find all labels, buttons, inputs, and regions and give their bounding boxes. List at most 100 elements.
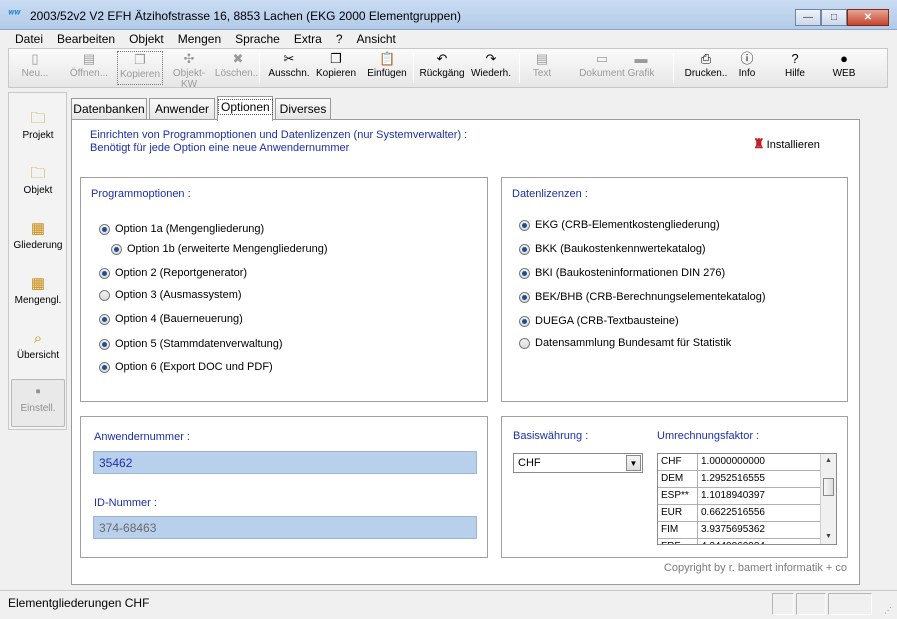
data-license-4[interactable]: BEK/BHB (CRB-Berechnungselementekatalog): [519, 291, 766, 303]
base-currency-select[interactable]: CHF ▼: [513, 453, 643, 473]
resize-grip-icon[interactable]: ⋰: [884, 606, 894, 616]
info-button[interactable]: ⓘ Info: [733, 51, 761, 85]
nav-einstell[interactable]: ▪ Einstell.: [11, 379, 65, 427]
data-license-3[interactable]: BKI (Baukosteninformationen DIN 276): [519, 267, 725, 279]
currency-code-cell: DEM: [658, 471, 698, 488]
menu-datei[interactable]: Datei: [8, 30, 50, 48]
nav-projekt[interactable]: 🗀 Projekt: [11, 107, 65, 155]
radio-button[interactable]: [99, 223, 110, 235]
program-option-6[interactable]: Option 5 (Stammdatenverwaltung): [99, 338, 283, 350]
toolbar-separator: [673, 53, 674, 83]
text-button[interactable]: ▤ Text: [527, 51, 557, 85]
rate-table-scrollbar[interactable]: ▲ ▼: [820, 454, 836, 544]
delete-button[interactable]: ✖ Löschen...: [213, 51, 263, 85]
data-license-1[interactable]: EKG (CRB-Elementkostengliederung): [519, 219, 720, 231]
document-button[interactable]: ▭ Dokument: [579, 51, 625, 85]
radio-button[interactable]: [99, 289, 110, 301]
program-option-7[interactable]: Option 6 (Export DOC und PDF): [99, 361, 273, 373]
radio-button[interactable]: [111, 243, 122, 255]
window-title: 2003/52v2 V2 EFH Ätzihofstrasse 16, 8853…: [30, 9, 461, 23]
help-button[interactable]: ? Hilfe: [782, 51, 808, 85]
left-navigation: 🗀 Projekt 🗀 Objekt ▦ Gliederung ▦ Mengengl. ⌕ Übe…: [8, 92, 67, 430]
menu-help[interactable]: ?: [329, 30, 350, 48]
install-button[interactable]: ♜ Installieren: [753, 136, 820, 152]
rate-row[interactable]: ESP** 1.1018940397: [658, 488, 822, 505]
nav-mengengl[interactable]: ▦ Mengengl.: [11, 272, 65, 320]
menu-mengen[interactable]: Mengen: [171, 30, 228, 48]
status-cell: [796, 593, 826, 615]
graphic-button[interactable]: ▬ Grafik: [624, 51, 658, 85]
undo-icon: ↶: [436, 51, 448, 66]
rate-value-cell[interactable]: 1.1018940397: [698, 488, 822, 505]
data-license-5[interactable]: DUEGA (CRB-Textbausteine): [519, 315, 679, 327]
copy-object-button[interactable]: ❐ Kopieren: [117, 51, 163, 85]
rate-row[interactable]: CHF 1.0000000000: [658, 454, 822, 471]
conversion-rate-table: FRF4.3440860924FIM3.9375695362EUR0.66225…: [657, 453, 837, 545]
data-license-2[interactable]: BKK (Baukostenkennwertekatalog): [519, 243, 706, 255]
program-option-4[interactable]: Option 3 (Ausmassystem): [99, 289, 242, 301]
radio-button[interactable]: [99, 361, 110, 373]
open-button[interactable]: ▤ Öffnen...: [63, 51, 115, 85]
menu-ansicht[interactable]: Ansicht: [350, 30, 403, 48]
tab-datenbanken[interactable]: Datenbanken: [71, 98, 147, 120]
toolbar-label: Ausschn.: [268, 68, 310, 79]
menu-extra[interactable]: Extra: [287, 30, 329, 48]
copy-button[interactable]: ❐ Kopieren: [314, 51, 358, 85]
nav-uebersicht[interactable]: ⌕ Übersicht: [11, 327, 65, 375]
radio-label: Datensammlung Bundesamt für Statistik: [535, 337, 732, 349]
menu-objekt[interactable]: Objekt: [122, 30, 171, 48]
tab-optionen[interactable]: Optionen: [217, 96, 273, 121]
intro-text: Einrichten von Programmoptionen und Date…: [90, 129, 467, 155]
rate-row[interactable]: FRF4.3440860924: [658, 539, 822, 544]
rate-value-cell[interactable]: 0.6622516556: [698, 505, 822, 522]
scroll-up-icon[interactable]: ▲: [821, 454, 836, 468]
rate-row[interactable]: EUR 0.6622516556: [658, 505, 822, 522]
maximize-button[interactable]: □: [821, 9, 847, 26]
data-license-6[interactable]: Datensammlung Bundesamt für Statistik: [519, 337, 731, 349]
radio-button[interactable]: [519, 267, 530, 279]
undo-button[interactable]: ↶ Rückgäng: [419, 51, 465, 85]
radio-label: DUEGA (CRB-Textbausteine): [535, 315, 679, 327]
rate-value-cell[interactable]: 1.2952516555: [698, 471, 822, 488]
nav-gliederung[interactable]: ▦ Gliederung: [11, 217, 65, 265]
redo-button[interactable]: ↷ Wiederh.: [467, 51, 515, 85]
radio-button[interactable]: [519, 243, 530, 255]
radio-button[interactable]: [519, 315, 530, 327]
rate-value-cell[interactable]: 3.9375695362: [698, 522, 822, 539]
radio-button[interactable]: [519, 337, 530, 349]
tab-anwender[interactable]: Anwender: [149, 98, 215, 120]
rate-row[interactable]: DEM 1.2952516555: [658, 471, 822, 488]
program-option-2[interactable]: Option 1b (erweiterte Mengengliederung): [111, 243, 328, 255]
close-button[interactable]: ✕: [847, 9, 889, 26]
user-number-field[interactable]: 35462: [93, 451, 477, 474]
radio-button[interactable]: [99, 338, 110, 350]
text-icon: ▤: [535, 51, 549, 66]
menu-sprache[interactable]: Sprache: [228, 30, 287, 48]
rate-row[interactable]: FIM 3.9375695362: [658, 522, 822, 539]
new-button[interactable]: ▯ Neu...: [13, 51, 57, 85]
radio-button[interactable]: [519, 291, 530, 303]
object-kw-button[interactable]: ✣ Objekt-KW: [165, 51, 213, 91]
program-option-3[interactable]: Option 2 (Reportgenerator): [99, 267, 247, 279]
radio-button[interactable]: [99, 267, 110, 279]
tab-diverses[interactable]: Diverses: [275, 98, 331, 120]
minimize-button[interactable]: —: [795, 9, 821, 26]
radio-button[interactable]: [99, 313, 110, 325]
data-licenses-title: Datenlizenzen :: [512, 188, 588, 200]
paste-button[interactable]: 📋 Einfügen: [361, 51, 413, 85]
rate-value-cell[interactable]: 4.3440860924: [698, 539, 822, 544]
web-button[interactable]: ● WEB: [829, 51, 859, 85]
nav-objekt[interactable]: 🗀 Objekt: [11, 162, 65, 210]
program-option-1[interactable]: Option 1a (Mengengliederung): [99, 223, 264, 235]
program-option-5[interactable]: Option 4 (Bauerneuerung): [99, 313, 243, 325]
cut-button[interactable]: ✂ Ausschn.: [267, 51, 311, 85]
print-button[interactable]: ⎙ Drucken..: [681, 51, 731, 85]
menu-bearbeiten[interactable]: Bearbeiten: [50, 30, 122, 48]
dropdown-arrow-icon[interactable]: ▼: [626, 455, 641, 471]
scroll-down-icon[interactable]: ▼: [821, 530, 836, 544]
radio-button[interactable]: [519, 219, 530, 231]
rate-value-cell[interactable]: 1.0000000000: [698, 454, 822, 471]
scroll-thumb[interactable]: [823, 478, 834, 496]
tab-label: Anwender: [154, 102, 210, 116]
currency-group: Basiswährung : CHF ▼ Umrechnungsfaktor :…: [501, 416, 848, 558]
